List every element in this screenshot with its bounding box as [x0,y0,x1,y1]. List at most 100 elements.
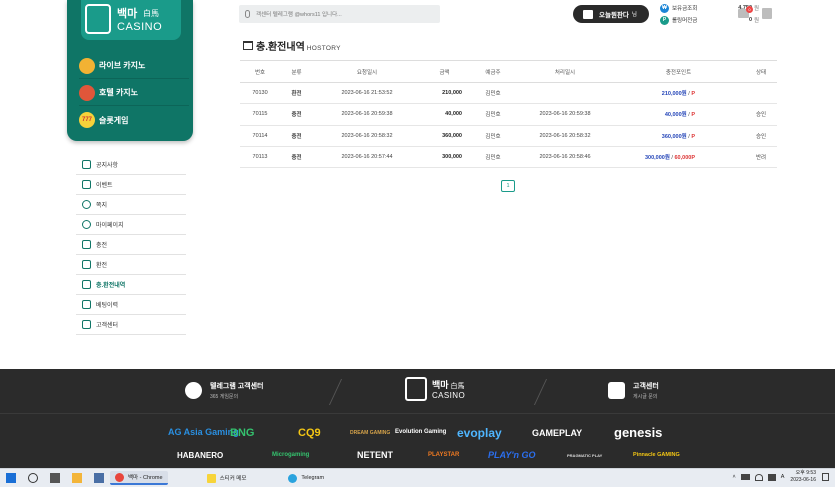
nav-label: 충.환전내역 [96,283,126,289]
file-explorer-icon[interactable] [72,473,82,483]
user-profile-button[interactable]: 오늘뭔판다 님 [573,5,649,23]
history-table: 번호 분류 요청일시 금액 예금주 처리일시 충전포인트 상태 70130 환전… [240,60,777,169]
game-menu-hotel-casino[interactable]: 호텔 카지노 [79,80,189,106]
nav-item-deposit[interactable]: 충전 [76,235,186,255]
footer-logo: 백마 白馬 CASINO [405,377,465,401]
cell-holder: 김민호 [468,146,518,169]
calendar-icon [583,9,593,19]
taskbar-app-chrome[interactable]: 백마 - Chrome [110,471,168,485]
taskbar-app-label: 백마 - Chrome [128,475,163,481]
windows-start-icon[interactable] [6,473,16,483]
clock-time: 오후 9:53 [795,470,816,476]
nav-label: 고객센터 [96,323,119,329]
balance-unit: 원 [754,6,760,12]
cell-process-time: 2023-06-16 20:58:46 [518,146,612,169]
calculator-icon[interactable] [94,473,104,483]
notice-search-bar[interactable]: 객센터 텔레그램 @whors11 입니다... [239,5,440,23]
battery-icon[interactable] [740,474,750,480]
cell-request-time: 2023-06-16 20:57:44 [313,146,421,169]
sidebar-brand-panel: 백마 白馬 CASINO 라이브 카지노 호텔 카지노 777 슬롯게임 [67,0,193,141]
slot-777-icon: 777 [79,112,95,128]
points-won: 210,000원 [661,91,687,98]
cell-amount: 210,000 [421,82,468,105]
logo-name-en: CASINO [117,21,163,33]
support-icon [82,320,91,329]
cell-holder: 김민호 [468,82,518,105]
nav-label: 충전 [96,243,108,249]
roulette-icon [79,84,95,101]
notification-icon[interactable] [822,473,829,481]
cell-request-time: 2023-06-16 21:53:52 [313,82,421,105]
nav-item-betting-history[interactable]: 베팅이력 [76,295,186,315]
system-tray: ˄ A 오후 9:53 2023-06-16 [733,470,829,484]
footer-telegram-support[interactable]: 텔레그램 고객센터 365 게임문의 [185,381,263,400]
balance-row[interactable]: ₩ 보유금조회 4,750 원 [660,3,770,13]
logo-name-kr: 백마 [117,8,138,20]
speaker-icon[interactable] [767,473,776,481]
provider-gameplay: GAMEPLAY [532,428,583,438]
provider-pinnacle: Pinnacle GAMING [633,452,680,458]
chat-icon [82,200,91,209]
page-title: 충.환전내역 [256,42,305,53]
table-header-row: 번호 분류 요청일시 금액 예금주 처리일시 충전포인트 상태 [240,60,777,83]
page-subtitle: HOSTORY [306,45,341,52]
provider-netent: NETENT [357,450,393,460]
wallet-icon: ₩ [660,3,669,13]
taskbar-app-telegram[interactable]: Telegram [283,471,329,485]
nav-item-history[interactable]: 충.환전내역 [76,275,186,295]
table-row[interactable]: 70114 충전 2023-06-16 20:58:32 360,000 김민호… [240,125,777,147]
footer-logo-kr: 백마 [432,380,449,390]
ime-language-indicator[interactable]: A [781,474,785,480]
nav-item-support[interactable]: 고객센터 [76,315,186,335]
game-menu-live-casino[interactable]: 라이브 카지노 [79,53,189,79]
nav-item-mypage[interactable]: 마이페이지 [76,215,186,235]
task-view-icon[interactable] [50,473,60,483]
points-p: P [691,112,695,119]
nav-item-message[interactable]: 쪽지 [76,195,186,215]
game-menu-label: 호텔 카지노 [99,88,139,97]
table-row[interactable]: 70113 충전 2023-06-16 20:57:44 300,000 김민호… [240,146,777,169]
footer-logo-cn: 白馬 [450,383,465,390]
wifi-icon[interactable] [754,473,763,481]
nav-label: 쪽지 [96,203,108,209]
footer-customer-support[interactable]: 고객센터 게시글 문의 [608,381,659,400]
footer: 텔레그램 고객센터 365 게임문의 백마 白馬 CASINO 고객센터 게시글… [0,369,835,468]
balance-label: 보유금조회 [672,6,698,12]
game-menu-slot[interactable]: 777 슬롯게임 [79,107,189,133]
nav-item-notice[interactable]: 공지사항 [76,155,186,175]
table-row[interactable]: 70130 환전 2023-06-16 21:53:52 210,000 김민호… [240,82,777,105]
taskbar-clock[interactable]: 오후 9:53 2023-06-16 [790,470,816,484]
col-status: 상태 [745,60,777,83]
game-menu-label: 슬롯게임 [99,115,129,125]
rolling-row[interactable]: P 롤링머전금 0 원 [660,15,770,25]
col-type: 분류 [280,60,313,83]
username: 오늘뭔판다 [599,12,629,19]
list-icon [82,300,91,309]
nav-item-withdraw[interactable]: 환전 [76,255,186,275]
provider-bng: BNG [230,427,255,439]
logo-name-cn: 白馬 [143,9,159,18]
search-icon[interactable] [28,473,38,483]
cell-amount: 360,000 [421,125,468,147]
footer-logo-en: CASINO [432,391,466,400]
logout-icon[interactable] [762,8,772,19]
table-row[interactable]: 70115 충전 2023-06-16 20:59:38 40,000 김민호 … [240,103,777,126]
cell-status [745,82,777,105]
tray-chevron-up-icon[interactable]: ˄ [733,474,736,480]
provider-microgaming: Microgaming [272,452,310,458]
withdraw-icon [82,260,91,269]
cell-holder: 김민호 [468,103,518,126]
footer-support-title: 고객센터 [633,383,659,390]
footer-telegram-sub: 365 게임문의 [210,394,239,400]
provider-cq9: CQ9 [298,427,321,439]
pagination-page-1[interactable]: 1 [501,180,515,192]
cell-holder: 김민호 [468,125,518,147]
clock-date: 2023-06-16 [790,477,816,483]
cell-number: 70115 [240,103,280,126]
sticky-notes-icon [206,473,216,483]
cell-type: 충전 [280,146,313,169]
taskbar-app-sticky-notes[interactable]: 스티커 메모 [202,471,252,485]
nav-item-event[interactable]: 이벤트 [76,175,186,195]
casino-logo[interactable]: 백마 白馬 CASINO [81,0,181,40]
col-amount: 금액 [421,60,468,83]
